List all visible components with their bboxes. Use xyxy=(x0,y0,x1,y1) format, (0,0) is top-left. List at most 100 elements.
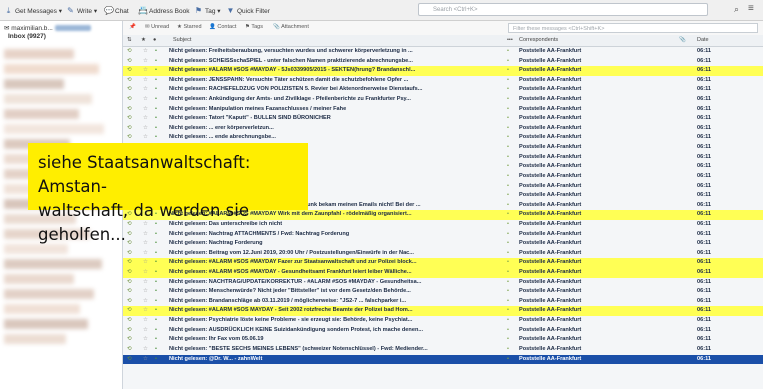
star-icon[interactable]: ☆ xyxy=(143,258,151,268)
read-status-icon[interactable]: • xyxy=(507,191,515,201)
read-status-icon[interactable]: • xyxy=(507,210,515,220)
message-row[interactable]: ⟲ ☆ • Nicht gelesen: RACHEFELDZUG VON POLIZ… xyxy=(123,85,763,95)
star-icon[interactable]: ☆ xyxy=(143,355,151,365)
message-row[interactable]: ⟲ ☆ • Nicht gelesen: Brandanschläge ab 03.1… xyxy=(123,297,763,307)
write-button[interactable]: ✎ Write ▾ xyxy=(66,5,97,17)
star-icon[interactable]: ☆ xyxy=(143,345,151,355)
read-status-icon[interactable]: • xyxy=(507,66,515,76)
message-row[interactable]: ⟲ ☆ • Nicht gelesen: Freiheitsberaubung, ve… xyxy=(123,47,763,57)
message-row[interactable]: ⟲ ☆ • Nicht gelesen: SCHEISSschaSPIEL - unt… xyxy=(123,57,763,67)
message-row[interactable]: ⟲ ☆ • Nicht gelesen: Manipulation meines Fa… xyxy=(123,105,763,115)
attachment-filter[interactable]: 📎 Attachment xyxy=(273,24,309,30)
read-status-icon[interactable]: • xyxy=(507,287,515,297)
read-status-icon[interactable]: • xyxy=(507,143,515,153)
star-icon[interactable]: ☆ xyxy=(143,287,151,297)
correspondents-column-header[interactable]: Correspondents xyxy=(519,37,558,43)
account-item[interactable]: ✉ maximilian.b... xyxy=(4,24,91,32)
star-icon[interactable]: ☆ xyxy=(143,57,151,67)
read-status-icon[interactable]: • xyxy=(507,172,515,182)
message-row[interactable]: ⟲ ☆ • Nicht gelesen: ... ende abrechnungsbe… xyxy=(123,133,763,143)
subject-column-header[interactable]: Subject xyxy=(173,37,191,43)
read-status-icon[interactable]: • xyxy=(507,345,515,355)
address-book-button[interactable]: 📇Address Book xyxy=(138,5,189,17)
hamburger-menu-icon[interactable]: ≡ xyxy=(748,3,754,14)
star-icon[interactable]: ☆ xyxy=(143,316,151,326)
message-row[interactable]: ⟲ ☆ • Nicht gelesen: @Dr. W... - zahnWelt • P… xyxy=(123,354,763,365)
star-icon[interactable]: ☆ xyxy=(143,85,151,95)
read-status-icon[interactable]: • xyxy=(507,355,515,365)
message-row[interactable]: ⟲ ☆ • Nicht gelesen: Ihr Fax vom 05.06.19 • P… xyxy=(123,335,763,345)
message-row[interactable]: ⟲ ☆ • Nicht gelesen: ... erer körperverletz… xyxy=(123,124,763,134)
global-search-input[interactable]: Search <Ctrl+K> xyxy=(418,3,708,16)
unread-dot-icon[interactable]: • xyxy=(155,287,163,297)
contact-filter[interactable]: 👤 Contact xyxy=(209,24,236,30)
pin-icon[interactable]: 📌 xyxy=(129,24,136,30)
read-status-icon[interactable]: • xyxy=(507,85,515,95)
message-row[interactable]: ⟲ ☆ • Nicht gelesen: #ALARM #SOS #MAYDAY Fa… xyxy=(123,258,763,269)
read-status-icon[interactable]: • xyxy=(507,268,515,278)
unread-dot-icon[interactable]: • xyxy=(155,133,163,143)
attachment-column-icon[interactable]: 📎 xyxy=(679,37,686,43)
starred-filter[interactable]: ★ Starred xyxy=(177,24,202,30)
star-icon[interactable]: ☆ xyxy=(143,326,151,336)
star-icon[interactable]: ☆ xyxy=(143,268,151,278)
star-icon[interactable]: ☆ xyxy=(143,95,151,105)
read-status-icon[interactable]: • xyxy=(507,182,515,192)
star-column-icon[interactable]: ★ xyxy=(141,37,146,43)
search-icon[interactable]: ⌕ xyxy=(734,4,739,15)
message-row[interactable]: ⟲ ☆ • Nicht gelesen: Beitrag vom 12.Juni 20… xyxy=(123,249,763,259)
star-icon[interactable]: ☆ xyxy=(143,133,151,143)
unread-dot-icon[interactable]: • xyxy=(155,124,163,134)
message-row[interactable]: ⟲ ☆ • Nicht gelesen: Tatort "Kaputt" - BULL… xyxy=(123,114,763,124)
message-row[interactable]: ⟲ ☆ • Nicht gelesen: AUSDRÜCKLICH KEINE Sui… xyxy=(123,326,763,336)
unread-dot-icon[interactable]: • xyxy=(155,345,163,355)
message-row[interactable]: ⟲ ☆ • Nicht gelesen: "BESTE SECHS MEINES LE… xyxy=(123,345,763,355)
star-icon[interactable]: ☆ xyxy=(143,76,151,86)
read-status-icon[interactable]: • xyxy=(507,201,515,211)
read-status-icon[interactable]: • xyxy=(507,105,515,115)
unread-dot-icon[interactable]: • xyxy=(155,316,163,326)
star-icon[interactable]: ☆ xyxy=(143,114,151,124)
read-status-icon[interactable]: • xyxy=(507,306,515,316)
unread-dot-icon[interactable]: • xyxy=(155,249,163,259)
star-icon[interactable]: ☆ xyxy=(143,47,151,57)
message-row[interactable]: ⟲ ☆ • Nicht gelesen: Ankündigung der Amts- … xyxy=(123,95,763,105)
star-icon[interactable]: ☆ xyxy=(143,335,151,345)
read-status-icon[interactable]: • xyxy=(507,326,515,336)
read-status-icon[interactable]: • xyxy=(507,220,515,230)
read-status-icon[interactable]: • xyxy=(507,114,515,124)
read-status-icon[interactable]: • xyxy=(507,239,515,249)
message-row[interactable]: ⟲ ☆ • Nicht gelesen: NACHTRAG/UPDATE/KORREK… xyxy=(123,278,763,288)
read-status-icon[interactable]: • xyxy=(507,133,515,143)
unread-dot-icon[interactable]: • xyxy=(155,57,163,67)
unread-dot-icon[interactable]: • xyxy=(155,258,163,268)
read-status-icon[interactable]: • xyxy=(507,278,515,288)
read-status-icon[interactable]: • xyxy=(507,335,515,345)
read-status-column-icon[interactable]: ••• xyxy=(507,37,513,43)
read-status-icon[interactable]: • xyxy=(507,230,515,240)
unread-dot-icon[interactable]: • xyxy=(155,355,163,365)
unread-dot-icon[interactable]: • xyxy=(155,105,163,115)
unread-dot-icon[interactable]: • xyxy=(155,335,163,345)
star-icon[interactable]: ☆ xyxy=(143,66,151,76)
message-row[interactable]: ⟲ ☆ • Nicht gelesen: Psychiatrie löste kein… xyxy=(123,316,763,326)
chat-button[interactable]: 💬Chat xyxy=(104,5,129,17)
unread-column-icon[interactable]: ● xyxy=(153,37,156,43)
star-icon[interactable]: ☆ xyxy=(143,249,151,259)
unread-dot-icon[interactable]: • xyxy=(155,47,163,57)
unread-dot-icon[interactable]: • xyxy=(155,268,163,278)
read-status-icon[interactable]: • xyxy=(507,95,515,105)
unread-dot-icon[interactable]: • xyxy=(155,85,163,95)
star-icon[interactable]: ☆ xyxy=(143,297,151,307)
message-row[interactable]: ⟲ ☆ • Nicht gelesen: JENSSPAHN: Versuchte T… xyxy=(123,76,763,86)
unread-dot-icon[interactable]: • xyxy=(155,278,163,288)
read-status-icon[interactable]: • xyxy=(507,258,515,268)
unread-dot-icon[interactable]: • xyxy=(155,114,163,124)
filter-messages-input[interactable]: Filter these messages <Ctrl+Shift+K> xyxy=(508,23,758,33)
unread-dot-icon[interactable]: • xyxy=(155,306,163,316)
read-status-icon[interactable]: • xyxy=(507,47,515,57)
unread-dot-icon[interactable]: • xyxy=(155,66,163,76)
read-status-icon[interactable]: • xyxy=(507,297,515,307)
star-icon[interactable]: ☆ xyxy=(143,124,151,134)
unread-dot-icon[interactable]: • xyxy=(155,95,163,105)
